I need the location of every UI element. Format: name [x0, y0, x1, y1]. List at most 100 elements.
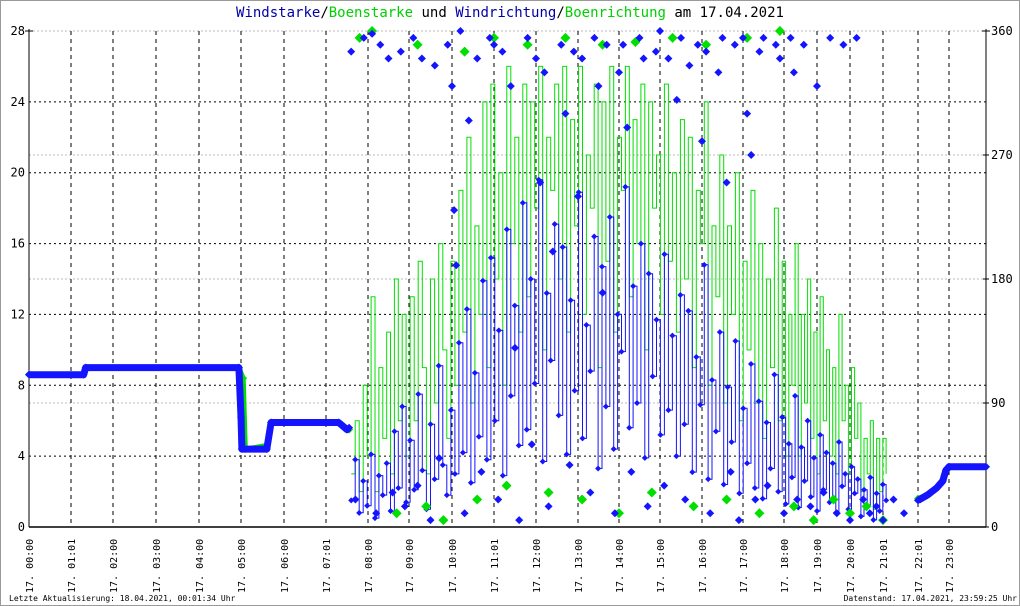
x-tick-label: 17. 17:00: [739, 539, 750, 593]
y-left-tick-label: 16: [11, 237, 25, 251]
wind-direction-point: [832, 509, 841, 518]
x-tick-label: 17. 11:01: [490, 539, 501, 593]
wind-point: [883, 497, 890, 504]
wind-direction-point: [456, 27, 465, 35]
gust-direction-point: [667, 32, 678, 43]
gust-segment: [29, 365, 351, 452]
wind-point: [759, 495, 766, 502]
wind-direction-point: [569, 47, 578, 56]
gust-direction-point: [421, 501, 432, 512]
gust-direction-point: [774, 26, 785, 36]
x-tick-label: 17. 18:00: [780, 539, 791, 593]
wind-point: [567, 297, 574, 304]
wind-point: [681, 421, 688, 428]
x-tick-label: 17. 09:00: [405, 539, 416, 593]
wind-point: [519, 199, 526, 206]
wind-point: [720, 481, 727, 488]
wind-point: [431, 476, 438, 483]
wind-point: [475, 433, 482, 440]
wind-direction-point: [846, 516, 854, 525]
wind-direction-point: [578, 54, 587, 63]
wind-point: [851, 490, 858, 497]
gust-direction-point: [438, 515, 449, 526]
wind-direction-point: [473, 54, 482, 63]
wind-point: [598, 263, 605, 270]
wind-direction-point: [693, 40, 702, 49]
wind-direction-point: [839, 40, 848, 49]
wind-point: [829, 460, 836, 467]
wind-direction-point: [759, 33, 768, 42]
wind-point: [606, 214, 613, 220]
x-tick-label: 17. 20:00: [846, 539, 857, 593]
gust-direction-point: [577, 494, 588, 505]
wind-direction-point: [656, 27, 664, 35]
wind-point: [669, 332, 676, 339]
wind-point: [415, 391, 422, 398]
last-update-text: Letzte Aktualisierung: 18.04.2021, 00:01…: [9, 594, 236, 603]
wind-point: [685, 307, 692, 314]
wind-point: [842, 470, 849, 477]
wind-point: [459, 449, 466, 456]
wind-direction-point: [460, 509, 469, 518]
y-left-tick-label: 20: [11, 166, 25, 180]
x-tick-label: 17. 16:00: [698, 539, 709, 593]
x-tick-label: 17. 07:01: [322, 539, 333, 593]
wind-direction-point: [464, 116, 473, 125]
x-tick-label: 17. 03:00: [152, 539, 163, 593]
wind-direction-point: [532, 54, 540, 63]
wind-direction-point: [677, 33, 685, 42]
wind-direction-point: [664, 54, 673, 63]
wind-direction-point: [347, 47, 356, 56]
wind-direction-point: [515, 516, 524, 525]
wind-point: [712, 428, 719, 435]
wind-point: [728, 438, 735, 445]
wind-point: [622, 183, 629, 190]
wind-point: [383, 460, 390, 467]
wind-direction-point: [681, 495, 690, 504]
wind-point: [645, 270, 652, 277]
wind-point: [823, 449, 830, 456]
wind-direction-point: [643, 502, 652, 511]
wind-direction-point: [376, 40, 385, 49]
wind-point: [747, 361, 754, 368]
wind-segment: [29, 364, 352, 453]
wind-point: [587, 368, 594, 375]
wind-point: [744, 460, 751, 467]
wind-direction-point: [660, 481, 669, 490]
wind-direction-point: [540, 68, 549, 77]
wind-line: [351, 179, 887, 521]
wind-point: [463, 306, 470, 313]
wind-point: [360, 477, 367, 484]
wind-point: [641, 454, 648, 461]
y-left-tick-label: 24: [11, 95, 25, 109]
x-tick-label: 17. 13:00: [574, 539, 585, 593]
wind-point: [523, 426, 530, 433]
wind-point: [879, 481, 886, 488]
x-tick-label: 17. 00:00: [25, 539, 36, 593]
gust-direction-point: [560, 32, 571, 43]
wind-point: [495, 327, 502, 334]
wind-direction-point: [565, 461, 574, 469]
wind-point: [435, 362, 442, 369]
x-tick-label: 17. 06:00: [280, 539, 291, 593]
wind-direction-point: [714, 68, 723, 77]
wind-point: [709, 376, 716, 383]
wind-direction-point: [771, 40, 780, 49]
wind-point: [751, 485, 758, 492]
wind-direction-point: [900, 509, 908, 518]
x-tick-label: 17. 23:00: [945, 539, 956, 593]
wind-point: [775, 488, 782, 495]
wind-direction-point: [879, 516, 887, 525]
wind-point: [732, 338, 739, 344]
wind-direction-point: [388, 488, 397, 497]
wind-point: [630, 283, 637, 290]
gust-direction-point: [721, 494, 732, 505]
wind-point: [785, 440, 792, 447]
wind-point: [602, 403, 609, 410]
wind-point: [673, 453, 680, 460]
gust-direction-point: [501, 480, 512, 491]
wind-direction-point: [672, 95, 681, 104]
wind-point: [407, 437, 414, 444]
wind-direction-point: [494, 495, 503, 504]
x-tick-label: 17. 22:01: [914, 539, 925, 593]
